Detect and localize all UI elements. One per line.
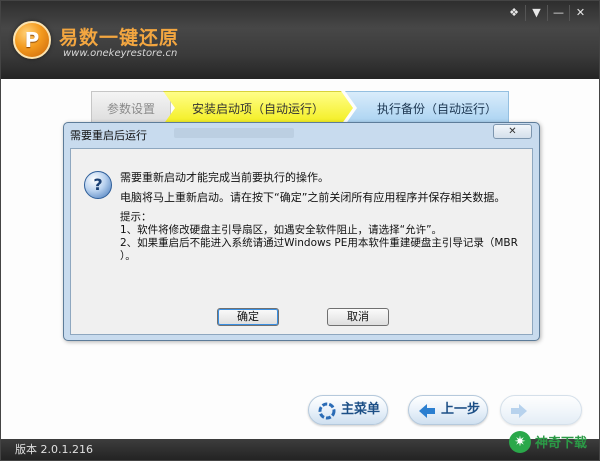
minimize-icon[interactable]: — <box>547 5 569 21</box>
app-logo: P <box>13 21 51 59</box>
dialog-title-shadow <box>174 128 294 138</box>
app-name: 易数一键还原 <box>59 27 180 49</box>
dropdown-icon[interactable]: ▼ <box>525 5 547 21</box>
main-window: P 易数一键还原 www.onekeyrestore.cn ❖ ▼ — ✕ 参数… <box>0 0 600 461</box>
ok-button[interactable]: 确定 <box>217 308 279 326</box>
tip-line-3: ）。 <box>120 250 136 262</box>
watermark-text: 神奇下载 <box>535 436 588 451</box>
title-bar[interactable]: P 易数一键还原 www.onekeyrestore.cn ❖ ▼ — ✕ <box>1 1 599 79</box>
window-controls: ❖ ▼ — ✕ <box>503 5 591 21</box>
dialog-message-secondary: 电脑将马上重新启动。请在按下“确定”之前关闭所有应用程序并保存相关数据。 <box>120 191 506 204</box>
tip-title: 提示： <box>120 211 152 223</box>
tip-line-1: 1、软件将修改硬盘主引导扇区，如遇安全软件阻止，请选择“允许”。 <box>120 224 443 236</box>
prev-button[interactable]: 上一步 <box>408 395 488 425</box>
main-menu-button[interactable]: 主菜单 <box>308 395 388 425</box>
cancel-button[interactable]: 取消 <box>327 308 389 326</box>
step-tabs: 参数设置 执行备份（自动运行） 安装启动项（自动运行） <box>91 91 509 125</box>
dialog-message-primary: 需要重新启动才能完成当前要执行的操作。 <box>120 171 329 184</box>
close-icon[interactable]: ✕ <box>569 5 591 21</box>
refresh-icon <box>318 402 336 420</box>
restart-dialog: 需要重启后运行 ✕ ? 需要重新启动才能完成当前要执行的操作。 电脑将马上重新启… <box>63 122 540 341</box>
step-settings: 参数设置 <box>91 91 171 125</box>
step-backup-label: 执行备份（自动运行） <box>376 102 497 116</box>
dialog-body: ? 需要重新启动才能完成当前要执行的操作。 电脑将马上重新启动。请在按下“确定”… <box>70 148 533 335</box>
forward-arrow-icon <box>511 404 527 418</box>
question-icon: ? <box>84 171 112 199</box>
app-url: www.onekeyrestore.cn <box>63 48 178 59</box>
next-button[interactable] <box>500 395 582 425</box>
back-arrow-icon <box>419 404 435 418</box>
step-install: 安装启动项（自动运行） <box>163 91 353 125</box>
main-menu-label: 主菜单 <box>341 402 381 417</box>
watermark: ✷ 神奇下载 <box>509 429 595 455</box>
step-backup: 执行备份（自动运行） <box>345 91 509 125</box>
tip-line-2: 2、如果重启后不能进入系统请通过Windows PE用本软件重建硬盘主引导记录（… <box>120 237 518 249</box>
dialog-title-bar[interactable]: 需要重启后运行 ✕ <box>64 123 539 145</box>
watermark-logo-icon: ✷ <box>509 431 531 453</box>
dialog-tip: 提示： 1、软件将修改硬盘主引导扇区，如遇安全软件阻止，请选择“允许”。 2、如… <box>120 211 520 263</box>
dialog-close-button[interactable]: ✕ <box>493 124 532 139</box>
dialog-title: 需要重启后运行 <box>70 129 147 142</box>
pin-icon[interactable]: ❖ <box>503 5 525 21</box>
prev-label: 上一步 <box>441 402 481 417</box>
version-label: 版本 2.0.1.216 <box>15 443 93 456</box>
